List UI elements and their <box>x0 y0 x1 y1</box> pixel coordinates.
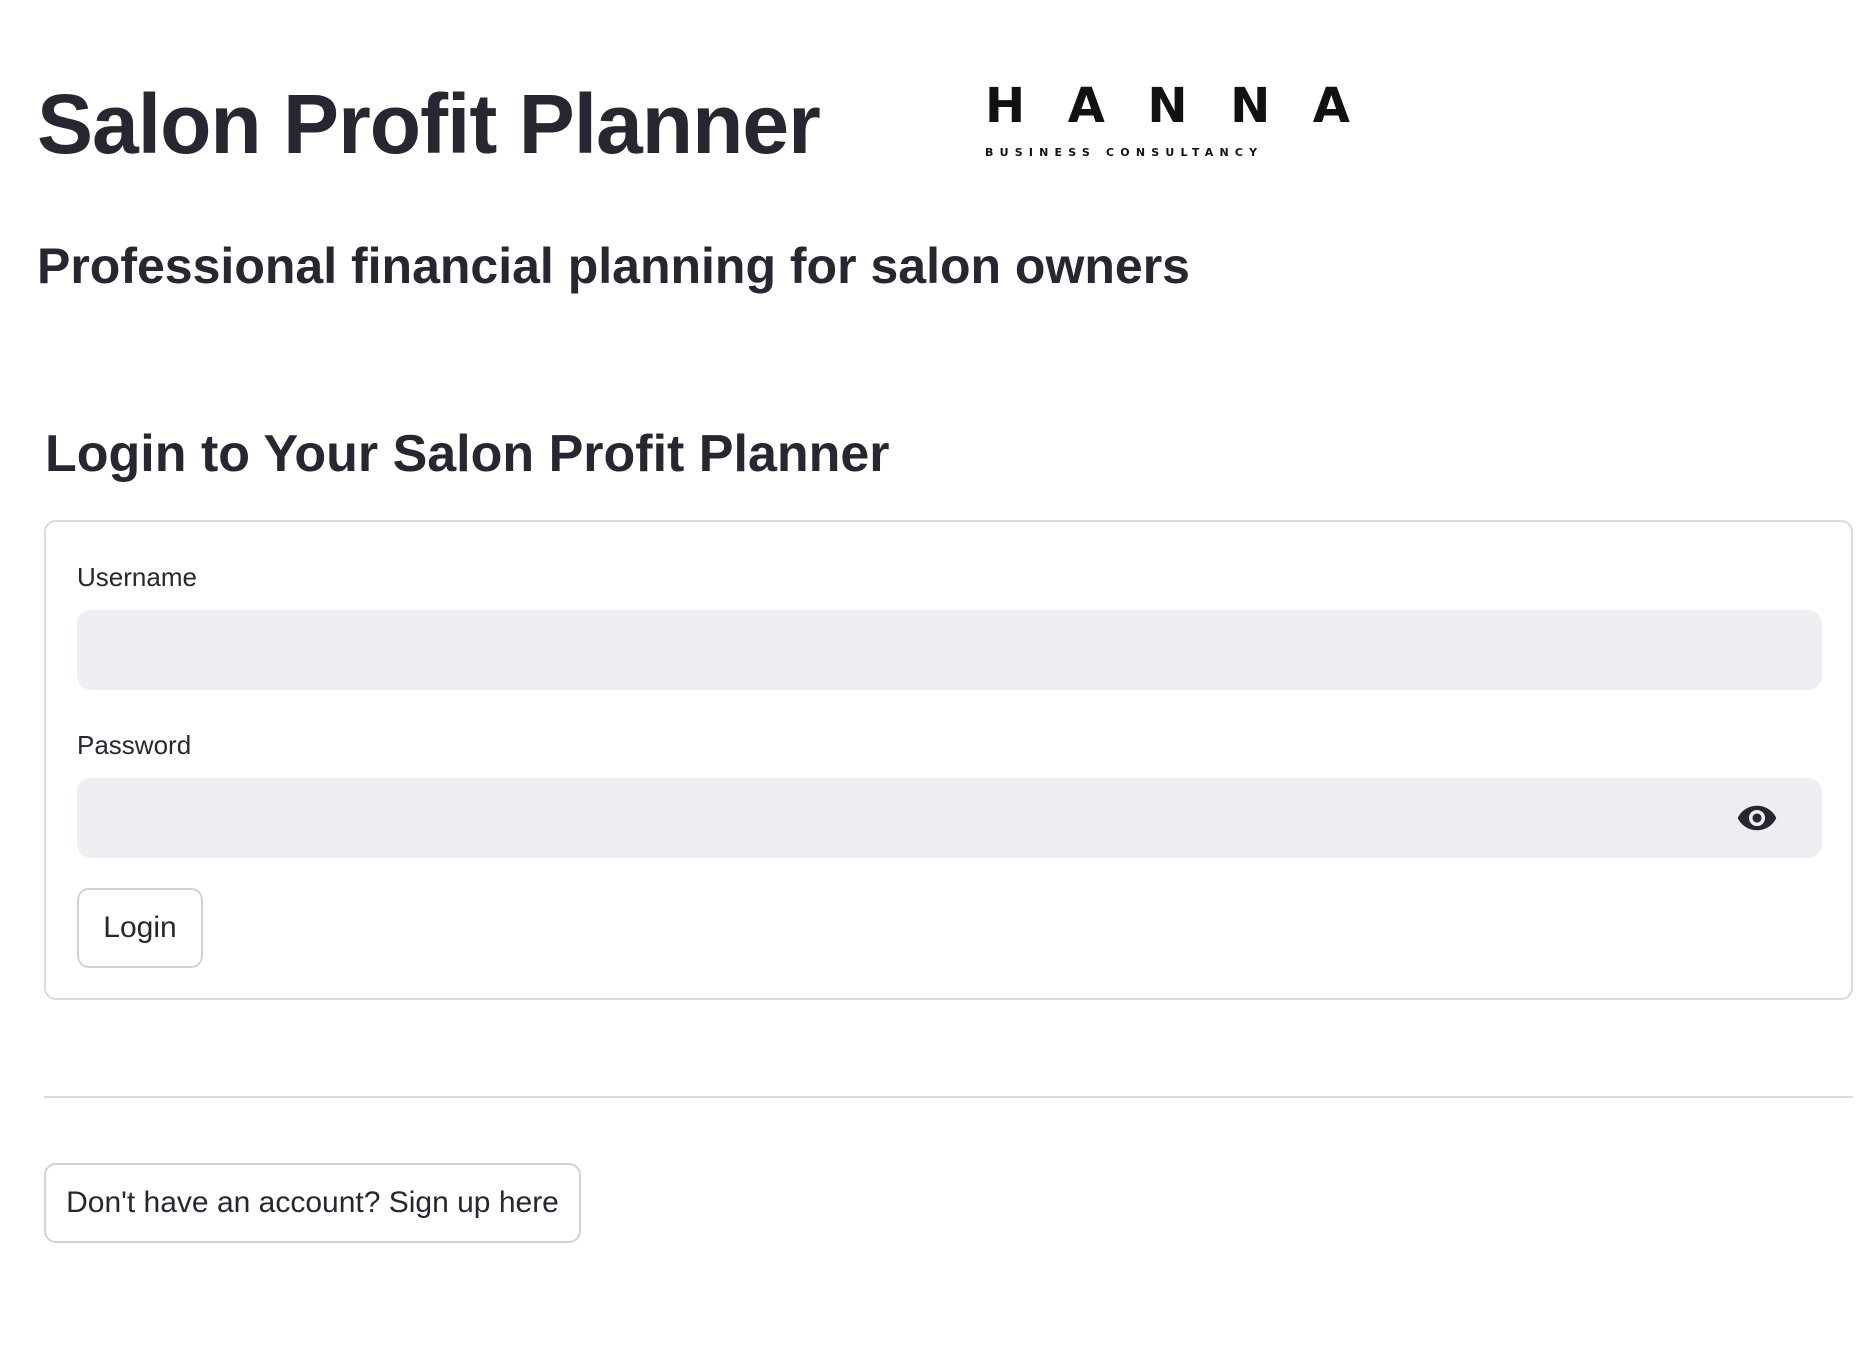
password-label: Password <box>77 730 192 760</box>
logo-letter: H <box>985 78 1026 134</box>
logo-letter: N <box>1147 78 1188 134</box>
logo-letter: A <box>1312 78 1350 134</box>
username-label: Username <box>77 562 197 592</box>
logo-letter: N <box>1230 78 1271 134</box>
signup-button[interactable]: Don't have an account? Sign up here <box>44 1163 581 1243</box>
password-field <box>77 778 1822 858</box>
app-title: Salon Profit Planner <box>37 77 821 171</box>
username-field <box>77 610 1822 690</box>
login-button[interactable]: Login <box>77 888 203 968</box>
app-subtitle: Professional financial planning for salo… <box>37 238 1190 294</box>
eye-icon[interactable] <box>1736 802 1778 834</box>
logo-letter: A <box>1067 78 1105 134</box>
login-heading: Login to Your Salon Profit Planner <box>45 425 890 483</box>
divider <box>44 1096 1853 1098</box>
login-form: Username Password Login <box>44 520 1853 1000</box>
password-input[interactable] <box>77 778 1822 858</box>
logo-tagline: BUSINESS CONSULTANCY <box>985 146 1264 159</box>
username-input[interactable] <box>77 610 1822 690</box>
logo-wordmark: H A N N A <box>985 82 1350 130</box>
hanna-logo: H A N N A BUSINESS CONSULTANCY <box>985 82 1350 159</box>
